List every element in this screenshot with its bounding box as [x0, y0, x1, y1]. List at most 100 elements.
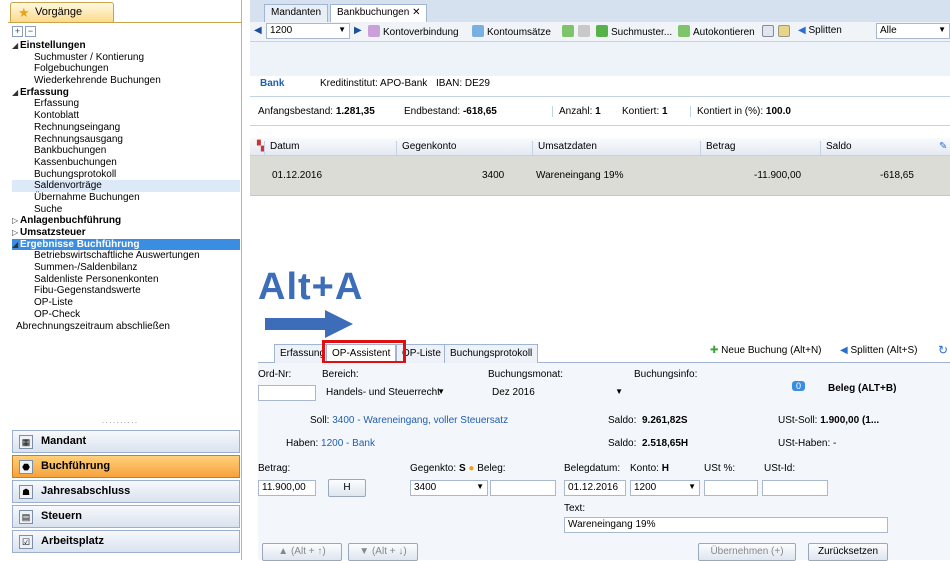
status-dot-icon: ● [468, 463, 475, 474]
soll-account-link[interactable]: 3400 - Wareneingang, voller Steuersatz [332, 415, 508, 426]
tree-item[interactable]: Buchungsprotokoll [12, 169, 240, 181]
refresh-icon[interactable]: ↻ [938, 343, 948, 357]
nav-jahresabschluss[interactable]: ☗ Jahresabschluss [12, 480, 240, 503]
summary-bar: Anfangsbestand: 1.281,35 Endbestand: -61… [250, 96, 950, 126]
tree-item[interactable]: Summen-/Saldenbilanz [12, 262, 240, 274]
tree-item[interactable]: Rechnungseingang [12, 122, 240, 134]
cell-betrag: -11.900,00 [754, 170, 802, 181]
neue-buchung-button[interactable]: ✚ Neue Buchung (Alt+N) [710, 345, 822, 356]
collapsed-arrow-icon[interactable]: ▷ [12, 215, 18, 227]
tree-item[interactable]: Betriebswirtschaftliche Auswertungen [12, 250, 240, 262]
cell-umsatzdaten: Wareneingang 19% [536, 170, 624, 181]
kontoverbindung-button[interactable]: Kontoverbindung [368, 25, 459, 38]
ust-percent-field[interactable] [704, 480, 758, 496]
tree-item[interactable]: Erfassung [12, 98, 240, 110]
tree-item[interactable]: Bankbuchungen [12, 145, 240, 157]
text-field[interactable]: Wareneingang 19% [564, 517, 888, 533]
buchfuehrung-icon: ⬣ [19, 460, 33, 474]
tree-group[interactable]: ◢ Einstellungen [12, 40, 240, 52]
tree-group[interactable]: ▷ Umsatzsteuer [12, 227, 240, 239]
splitten-button[interactable]: ◀ Splitten [798, 25, 842, 36]
konto-field[interactable]: 1200 ▼ [630, 480, 700, 496]
uebernehmen-button[interactable]: Übernehmen (+) [698, 543, 796, 561]
suchmuster-button[interactable]: Suchmuster... [596, 25, 672, 38]
nav-mandant[interactable]: ▦ Mandant [12, 430, 240, 453]
expanded-arrow-icon[interactable]: ◢ [12, 239, 18, 251]
tree-group[interactable]: ◢ Erfassung [12, 87, 240, 99]
anzahl-value: 1 [595, 106, 601, 117]
tree-group[interactable]: ▷ Anlagenbuchführung [12, 215, 240, 227]
belegdatum-field[interactable]: 01.12.2016 [564, 480, 626, 496]
tree-item[interactable]: Suche [12, 204, 240, 216]
betrag-field[interactable]: 11.900,00 [258, 480, 316, 496]
prev-icon[interactable]: ◀ [254, 25, 262, 36]
haben-account-link[interactable]: 1200 - Bank [321, 438, 375, 449]
gegenkonto-field[interactable]: 3400 ▼ [410, 480, 488, 496]
ordnr-field[interactable] [258, 385, 316, 401]
col-gegenkonto[interactable]: Gegenkonto [396, 141, 457, 155]
tree-item[interactable]: OP-Liste [12, 297, 240, 309]
delete-icon[interactable] [578, 25, 593, 38]
toolbar: ◀ 1200 ▼ ▶ Kontoverbindung Kontoumsätze S… [250, 22, 950, 42]
tree-item[interactable]: Suchmuster / Kontierung [12, 52, 240, 64]
autokontieren-button[interactable]: Autokontieren [678, 25, 755, 38]
beleg-field[interactable] [490, 480, 556, 496]
tab-mandanten[interactable]: Mandanten [264, 4, 329, 22]
col-umsatzdaten[interactable]: Umsatzdaten [532, 141, 597, 155]
next-icon[interactable]: ▶ [354, 25, 362, 36]
collapse-all-icon[interactable]: − [25, 26, 36, 37]
soll-haben-toggle[interactable]: H [328, 479, 366, 497]
split-icon: ◀ [798, 25, 809, 36]
kontoumsaetze-button[interactable]: Kontoumsätze [472, 25, 551, 38]
splitter-grip[interactable]: ·········· [90, 418, 150, 427]
tree-group[interactable]: ◢ Ergebnisse Buchführung [12, 238, 240, 251]
filter-select[interactable]: Alle ▼ [876, 23, 950, 39]
splitten-panel-button[interactable]: ◀ Splitten (Alt+S) [840, 345, 917, 356]
expanded-arrow-icon[interactable]: ◢ [12, 87, 18, 99]
beleg-button[interactable]: Beleg (ALT+B) [828, 383, 896, 394]
haben-saldo: 2.518,65H [642, 438, 689, 449]
tree-item[interactable]: Wiederkehrende Buchungen [12, 75, 240, 87]
tree-item[interactable]: Fibu-Gegenstandswerte [12, 285, 240, 297]
nav-steuern[interactable]: ▤ Steuern [12, 505, 240, 528]
tree-item[interactable]: Saldenvorträge [12, 180, 240, 192]
refresh-icon [472, 25, 484, 37]
comment-icon[interactable] [762, 25, 777, 38]
collapsed-arrow-icon[interactable]: ▷ [12, 227, 18, 239]
tree-item[interactable]: Rechnungsausgang [12, 134, 240, 146]
previous-button[interactable]: ▲ (Alt + ↑) [262, 543, 342, 561]
table-row[interactable]: 01.12.2016 3400 Wareneingang 19% -11.900… [250, 156, 950, 196]
tree-item[interactable]: Übernahme Buchungen [12, 192, 240, 204]
ust-id-field[interactable] [762, 480, 828, 496]
nav-arbeitsplatz[interactable]: ☑ Arbeitsplatz [12, 530, 240, 553]
col-betrag[interactable]: Betrag [700, 141, 735, 155]
expanded-arrow-icon[interactable]: ◢ [12, 40, 18, 52]
expand-all-icon[interactable]: + [12, 26, 23, 37]
iban: IBAN: DE29 [436, 78, 490, 89]
tab-vorgaenge[interactable]: ★ Vorgänge [10, 2, 114, 23]
arbeitsplatz-icon: ☑ [19, 535, 33, 549]
cell-datum: 01.12.2016 [272, 170, 323, 181]
col-saldo[interactable]: Saldo [820, 141, 852, 155]
next-button[interactable]: ▼ (Alt + ↓) [348, 543, 418, 561]
kontiert-percent: 100.0 [765, 106, 791, 117]
nav-buchführung[interactable]: ⬣ Buchführung [12, 455, 240, 478]
tree-item[interactable]: Saldenliste Personenkonten [12, 274, 240, 286]
document-icon[interactable] [778, 25, 793, 38]
star-icon: ★ [18, 5, 30, 20]
tree-item[interactable]: Kontoblatt [12, 110, 240, 122]
ust-soll-value: 1.900,00 (1... [820, 415, 880, 426]
tab-buchungsprotokoll[interactable]: Buchungsprotokoll [444, 344, 539, 363]
close-icon[interactable]: ✕ [412, 7, 420, 18]
tree-item[interactable]: Folgebuchungen [12, 63, 240, 75]
buchungsmonat-select[interactable]: Dez 2016 ▼ [488, 385, 626, 401]
tab-bankbuchungen[interactable]: Bankbuchungen ✕ [330, 4, 428, 22]
tree-item[interactable]: Kassenbuchungen [12, 157, 240, 169]
edit-icon[interactable] [562, 25, 577, 38]
tree-item[interactable]: OP-Check [12, 309, 240, 321]
zuruecksetzen-button[interactable]: Zurücksetzen [808, 543, 888, 561]
bereich-select[interactable]: Handels- und Steuerrecht ▼ [322, 385, 448, 401]
account-select[interactable]: 1200 ▼ [266, 23, 350, 39]
col-datum[interactable]: Datum [264, 141, 299, 155]
tree-item[interactable]: Abrechnungszeitraum abschließen [12, 321, 240, 333]
